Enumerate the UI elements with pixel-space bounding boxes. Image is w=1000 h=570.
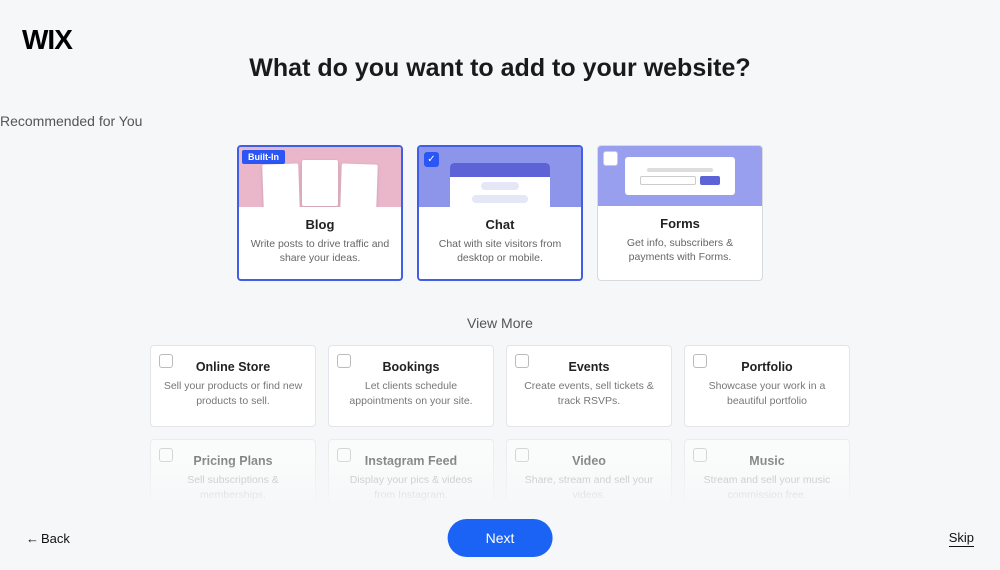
recommended-label: Recommended for You xyxy=(0,113,1000,129)
more-card-pricing-plans[interactable]: Pricing Plans Sell subscriptions & membe… xyxy=(150,439,316,503)
back-label: Back xyxy=(41,531,70,546)
forms-preview xyxy=(598,146,762,206)
recommended-card-chat[interactable]: ✓ Chat Chat with site visitors from desk… xyxy=(417,145,583,281)
blog-preview: Built-In xyxy=(239,147,401,207)
card-checkbox[interactable] xyxy=(159,448,173,462)
recommended-row: Built-In Blog Write posts to drive traff… xyxy=(0,145,1000,281)
card-checkbox[interactable] xyxy=(693,354,707,368)
blog-mock-graphic xyxy=(263,160,377,206)
card-title: Instagram Feed xyxy=(339,454,483,468)
card-desc: Chat with site visitors from desktop or … xyxy=(426,237,574,265)
next-button[interactable]: Next xyxy=(448,519,553,557)
card-title: Bookings xyxy=(339,360,483,374)
card-desc: Share, stream and sell your videos. xyxy=(517,473,661,501)
back-button[interactable]: ← Back xyxy=(26,531,70,546)
more-card-instagram-feed[interactable]: Instagram Feed Display your pics & video… xyxy=(328,439,494,503)
card-title: Events xyxy=(517,360,661,374)
card-checkbox[interactable] xyxy=(515,448,529,462)
more-card-video[interactable]: Video Share, stream and sell your videos… xyxy=(506,439,672,503)
page-title: What do you want to add to your website? xyxy=(0,54,1000,83)
card-desc: Write posts to drive traffic and share y… xyxy=(246,237,394,265)
card-title: Blog xyxy=(246,217,394,232)
card-checkbox[interactable] xyxy=(603,151,618,166)
card-title: Online Store xyxy=(161,360,305,374)
arrow-left-icon: ← xyxy=(26,531,39,546)
more-card-music[interactable]: Music Stream and sell your music commiss… xyxy=(684,439,850,503)
scroll-area: Recommended for You Built-In Blog Write … xyxy=(0,113,1000,503)
card-desc: Showcase your work in a beautiful portfo… xyxy=(695,379,839,407)
card-desc: Create events, sell tickets & track RSVP… xyxy=(517,379,661,407)
card-title: Video xyxy=(517,454,661,468)
card-title: Forms xyxy=(605,216,755,231)
card-checkbox[interactable] xyxy=(159,354,173,368)
card-checkbox[interactable] xyxy=(337,448,351,462)
card-body: Forms Get info, subscribers & payments w… xyxy=(598,206,762,278)
recommended-card-blog[interactable]: Built-In Blog Write posts to drive traff… xyxy=(237,145,403,281)
card-title: Portfolio xyxy=(695,360,839,374)
more-card-events[interactable]: Events Create events, sell tickets & tra… xyxy=(506,345,672,427)
card-body: Blog Write posts to drive traffic and sh… xyxy=(239,207,401,279)
card-checkbox[interactable]: ✓ xyxy=(424,152,439,167)
more-card-bookings[interactable]: Bookings Let clients schedule appointmen… xyxy=(328,345,494,427)
card-desc: Let clients schedule appointments on you… xyxy=(339,379,483,407)
footer-bar: ← Back Next Skip xyxy=(0,506,1000,570)
card-desc: Get info, subscribers & payments with Fo… xyxy=(605,236,755,264)
chat-preview: ✓ xyxy=(419,147,581,207)
card-desc: Sell your products or find new products … xyxy=(161,379,305,407)
card-checkbox[interactable] xyxy=(693,448,707,462)
recommended-card-forms[interactable]: Forms Get info, subscribers & payments w… xyxy=(597,145,763,281)
viewmore-label: View More xyxy=(0,315,1000,331)
chat-mock-graphic xyxy=(450,163,550,208)
skip-button[interactable]: Skip xyxy=(949,530,974,547)
card-title: Pricing Plans xyxy=(161,454,305,468)
wix-logo: WIX xyxy=(22,24,72,56)
card-title: Chat xyxy=(426,217,574,232)
card-body: Chat Chat with site visitors from deskto… xyxy=(419,207,581,279)
card-desc: Display your pics & videos from Instagra… xyxy=(339,473,483,501)
card-desc: Sell subscriptions & memberships. xyxy=(161,473,305,501)
card-checkbox[interactable] xyxy=(337,354,351,368)
header: What do you want to add to your website? xyxy=(0,0,1000,83)
more-card-portfolio[interactable]: Portfolio Showcase your work in a beauti… xyxy=(684,345,850,427)
more-grid: Online Store Sell your products or find … xyxy=(0,345,1000,503)
card-title: Music xyxy=(695,454,839,468)
card-checkbox[interactable] xyxy=(515,354,529,368)
more-card-online-store[interactable]: Online Store Sell your products or find … xyxy=(150,345,316,427)
card-desc: Stream and sell your music commission fr… xyxy=(695,473,839,501)
forms-mock-graphic xyxy=(625,157,735,195)
